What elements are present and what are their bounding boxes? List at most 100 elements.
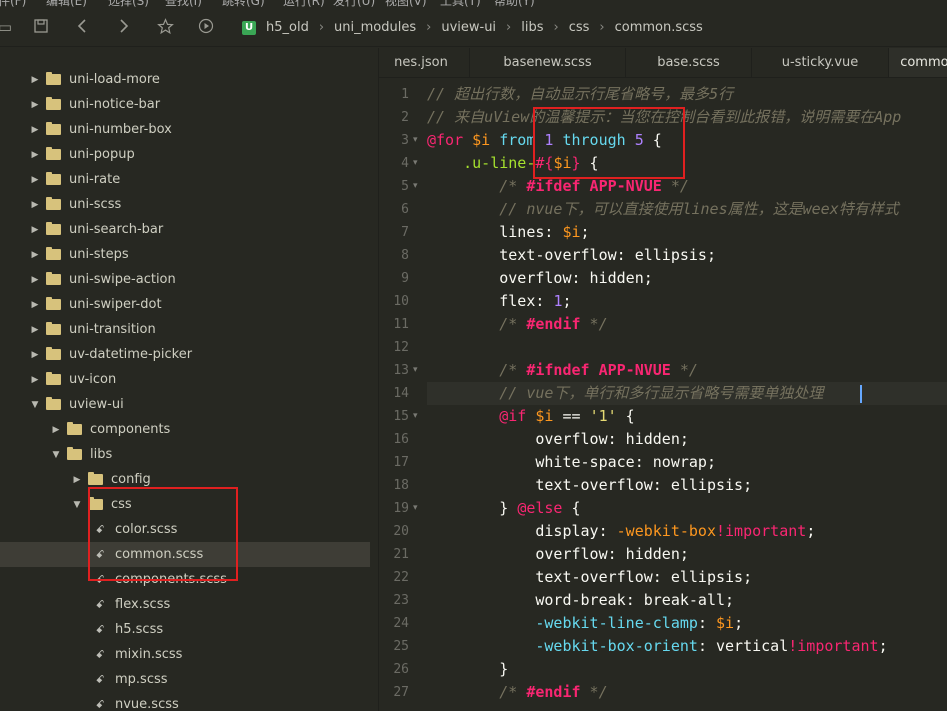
code-line[interactable]: } @else { [427,497,580,520]
code-line[interactable]: overflow: hidden; [427,267,653,290]
chevron-down-icon[interactable]: ▼ [51,450,61,460]
fold-chevron-icon[interactable]: ▾ [413,175,425,198]
tree-folder[interactable]: ▼ libs [0,442,370,467]
tree-file[interactable]: ꗃ mixin.scss [0,642,370,667]
chevron-right-icon[interactable]: ▶ [30,75,40,85]
code-line[interactable]: lines: $i; [427,221,589,244]
code-line[interactable]: -webkit-line-clamp: $i; [427,612,743,635]
code-line[interactable]: overflow: hidden; [427,543,689,566]
tree-folder[interactable]: ▶ uni-popup [0,142,370,167]
fold-chevron-icon[interactable]: ▾ [413,405,425,428]
chevron-right-icon[interactable]: ▶ [30,250,40,260]
tree-file[interactable]: ꗃ h5.scss [0,617,370,642]
tree-folder[interactable]: ▶ uni-rate [0,167,370,192]
chevron-right-icon[interactable]: ▶ [30,125,40,135]
code-line[interactable]: /* #endif */ [427,681,607,704]
folder-icon [67,447,82,460]
menu-item-8[interactable]: 工具(T) [440,0,481,8]
chevron-right-icon[interactable]: ▶ [30,300,40,310]
fold-chevron-icon[interactable]: ▾ [413,497,425,520]
tree-folder[interactable]: ▶ uni-notice-bar [0,92,370,117]
tree-folder[interactable]: ▶ uni-transition [0,317,370,342]
tree-folder[interactable]: ▶ uni-swipe-action [0,267,370,292]
editor-tab[interactable]: base.scss [626,48,752,77]
code-line[interactable]: // vue下，单行和多行显示省略号需要单独处理 [427,382,947,405]
chevron-right-icon[interactable]: ▶ [30,175,40,185]
tree-item-label: uni-popup [69,147,135,162]
chevron-right-icon[interactable]: ▶ [30,350,40,360]
code-line[interactable]: /* #endif */ [427,313,607,336]
menu-item-2[interactable]: 选择(S) [108,0,149,8]
breadcrumb-item[interactable]: libs [521,20,543,35]
tree-folder[interactable]: ▶ uv-datetime-picker [0,342,370,367]
chevron-right-icon[interactable]: ▶ [30,200,40,210]
star-icon[interactable] [156,18,174,36]
code-line[interactable]: text-overflow: ellipsis; [427,566,752,589]
code-line[interactable]: -webkit-box-orient: vertical!important; [427,635,887,658]
editor-tab[interactable]: common [889,48,947,77]
menu-item-1[interactable]: 编辑(E) [46,0,87,8]
code-line[interactable]: text-overflow: ellipsis; [427,474,752,497]
fold-chevron-icon[interactable]: ▾ [413,129,425,152]
forward-icon[interactable] [114,18,132,36]
chevron-right-icon[interactable]: ▶ [30,275,40,285]
breadcrumb-item[interactable]: uni_modules [334,20,416,35]
code-token: // vue下，单行和多行显示省略号需要单独处理 [499,384,824,402]
save-icon[interactable] [32,18,50,36]
tree-folder[interactable]: ▶ uni-load-more [0,67,370,92]
editor-tabs: nes.json basenew.scss base.scss u-sticky.vu… [379,48,947,78]
code-line[interactable]: flex: 1; [427,290,571,313]
tree-folder[interactable]: ▶ uni-swiper-dot [0,292,370,317]
tree-folder[interactable]: ▶ uni-steps [0,242,370,267]
run-icon[interactable] [197,18,215,36]
tree-file[interactable]: ꗃ mp.scss [0,667,370,692]
tree-folder[interactable]: ▶ uni-scss [0,192,370,217]
text-caret [860,385,862,403]
chevron-right-icon[interactable]: ▶ [30,100,40,110]
menu-item-6[interactable]: 发行(U) [333,0,375,8]
code-line[interactable]: text-overflow: ellipsis; [427,244,716,267]
fold-chevron-icon[interactable]: ▾ [413,152,425,175]
breadcrumb-item[interactable]: css [569,20,590,35]
chevron-right-icon[interactable]: ▶ [30,225,40,235]
menu-item-9[interactable]: 帮助(Y) [494,0,535,8]
code-line[interactable]: white-space: nowrap; [427,451,716,474]
chevron-right-icon[interactable]: ▶ [30,375,40,385]
tree-file[interactable]: ꗃ nvue.scss [0,692,370,711]
code-line[interactable]: @if $i == '1' { [427,405,634,428]
tree-folder[interactable]: ▶ components [0,417,370,442]
editor-tab[interactable]: nes.json [379,48,470,77]
tree-file[interactable]: ꗃ flex.scss [0,592,370,617]
chevron-down-icon[interactable]: ▼ [30,400,40,410]
code-line[interactable]: /* #ifndef APP-NVUE */ [427,359,698,382]
line-number: 17 [393,455,409,470]
tree-folder[interactable]: ▶ uni-search-bar [0,217,370,242]
code-line[interactable]: display: -webkit-box!important; [427,520,815,543]
chevron-down-icon[interactable]: ▼ [72,500,82,510]
menu-item-0[interactable]: 文件(F) [0,0,26,8]
code-line[interactable]: // nvue下，可以直接使用lines属性，这是weex特有样式 [427,198,899,221]
breadcrumb-item[interactable]: common.scss [615,20,703,35]
editor-tab[interactable]: u-sticky.vue [752,48,889,77]
menu-item-4[interactable]: 跳转(G) [222,0,265,8]
code-line[interactable]: word-break: break-all; [427,589,734,612]
menu-item-7[interactable]: 视图(V) [385,0,427,8]
chevron-right-icon[interactable]: ▶ [51,425,61,435]
editor-tab[interactable]: basenew.scss [470,48,626,77]
fold-chevron-icon[interactable]: ▾ [413,359,425,382]
back-icon[interactable] [74,18,92,36]
menu-item-3[interactable]: 查找(I) [165,0,202,8]
code-line[interactable]: overflow: hidden; [427,428,689,451]
tree-folder[interactable]: ▶ uv-icon [0,367,370,392]
chevron-right-icon[interactable]: ▶ [72,475,82,485]
tree-folder[interactable]: ▼ uview-ui [0,392,370,417]
tree-folder[interactable]: ▶ uni-number-box [0,117,370,142]
chevron-right-icon[interactable]: ▶ [30,150,40,160]
code-line[interactable]: } [427,658,508,681]
chevron-right-icon[interactable]: ▶ [30,325,40,335]
code-token: overflow [499,269,572,287]
breadcrumb-item[interactable]: h5_old [266,20,309,35]
code-line[interactable]: // 超出行数，自动显示行尾省略号，最多5行 [427,83,733,106]
breadcrumb-item[interactable]: uview-ui [441,20,496,35]
menu-item-5[interactable]: 运行(R) [283,0,325,8]
